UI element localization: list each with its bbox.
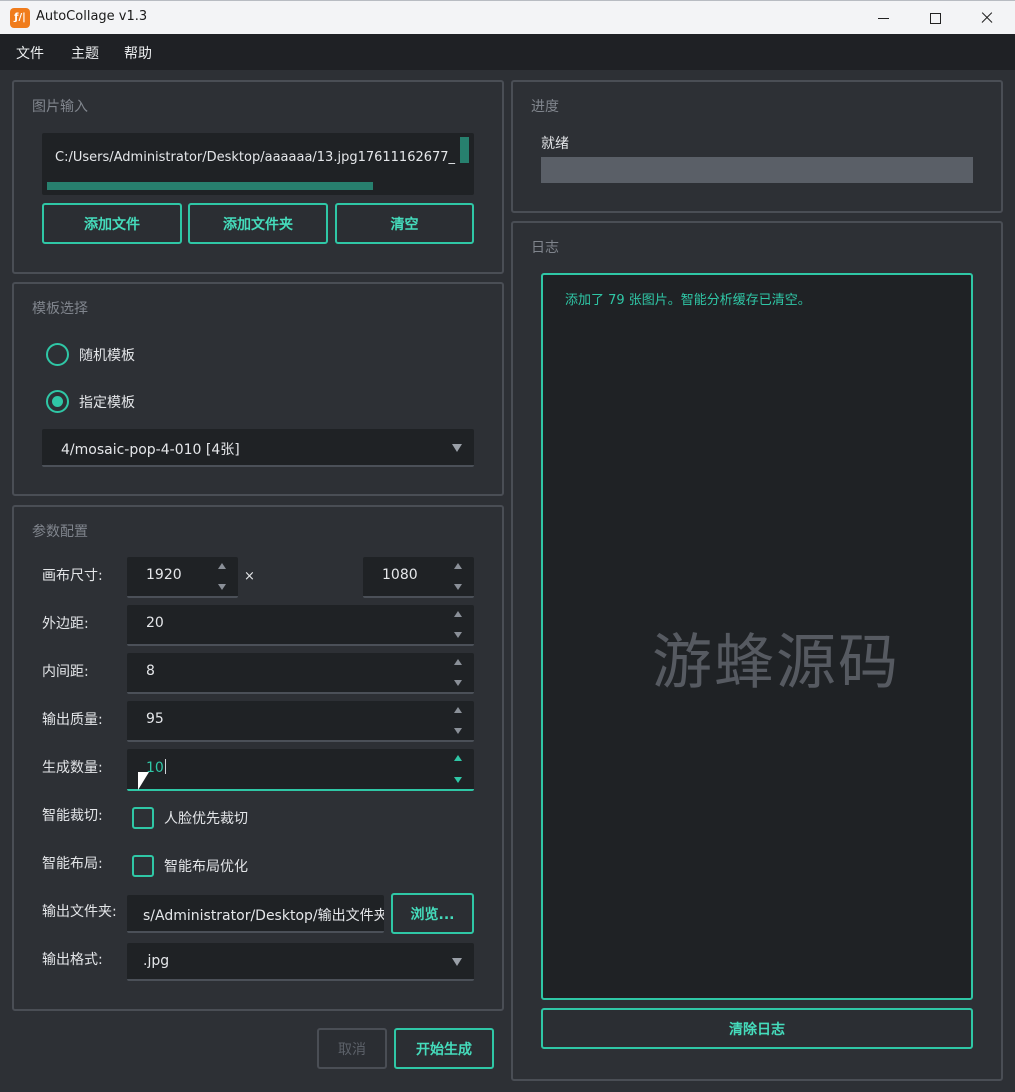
spin-down-icon[interactable] (454, 632, 462, 638)
title-bar: ƒ/| AutoCollage v1.3 (0, 0, 1015, 34)
template-select-value: 4/mosaic-pop-4-010 [4张] (61, 442, 240, 458)
margin-value: 20 (146, 615, 164, 631)
spacing-value: 8 (146, 663, 155, 679)
menu-theme[interactable]: 主题 (71, 43, 99, 63)
maximize-button[interactable] (910, 1, 960, 35)
progress-title: 进度 (531, 99, 559, 115)
mouse-cursor-icon (138, 772, 149, 790)
spin-down-icon[interactable] (454, 584, 462, 590)
margin-spinbox[interactable]: 20 (127, 605, 474, 646)
quality-label: 输出质量: (42, 712, 103, 728)
clear-button[interactable]: 清空 (335, 203, 474, 244)
spin-up-icon[interactable] (454, 707, 462, 713)
spin-up-icon[interactable] (454, 611, 462, 617)
output-format-value: .jpg (143, 953, 170, 969)
specified-template-label: 指定模板 (79, 394, 135, 411)
template-select[interactable]: 4/mosaic-pop-4-010 [4张] (42, 429, 474, 467)
log-title: 日志 (531, 240, 559, 256)
spin-up-icon[interactable] (218, 563, 226, 569)
output-folder-label: 输出文件夹: (42, 904, 117, 920)
cancel-button[interactable]: 取消 (317, 1028, 387, 1069)
window-title: AutoCollage v1.3 (36, 9, 148, 24)
layout-opt-checkbox[interactable]: 智能布局优化 (132, 855, 248, 877)
spacing-label: 内间距: (42, 664, 89, 680)
spin-up-icon[interactable] (454, 755, 462, 761)
canvas-height-value: 1080 (382, 567, 418, 583)
progress-group: 进度 (511, 80, 1003, 213)
menu-file[interactable]: 文件 (16, 43, 44, 63)
radio-checked-icon[interactable] (46, 390, 69, 413)
horizontal-scrollbar[interactable] (47, 182, 373, 190)
close-button[interactable] (962, 1, 1012, 35)
canvas-width-value: 1920 (146, 567, 182, 583)
add-folder-button[interactable]: 添加文件夹 (188, 203, 328, 244)
browse-button[interactable]: 浏览... (391, 893, 474, 934)
image-path-list[interactable]: C:/Users/Administrator/Desktop/aaaaaa/13… (42, 133, 474, 195)
spin-down-icon[interactable] (454, 680, 462, 686)
app-logo-icon: ƒ/| (10, 8, 30, 28)
output-format-select[interactable]: .jpg (127, 943, 474, 981)
add-files-button[interactable]: 添加文件 (42, 203, 182, 244)
vertical-scrollbar[interactable] (460, 137, 469, 163)
times-sign: × (244, 569, 255, 584)
radio-unchecked-icon[interactable] (46, 343, 69, 366)
chevron-down-icon (452, 444, 462, 452)
count-spinbox[interactable]: 10 (127, 749, 474, 791)
spin-down-icon[interactable] (218, 584, 226, 590)
output-format-label: 输出格式: (42, 952, 103, 968)
face-crop-label: 人脸优先裁切 (164, 811, 248, 827)
clear-log-button[interactable]: 清除日志 (541, 1008, 973, 1049)
template-title: 模板选择 (32, 301, 88, 317)
checkbox-icon[interactable] (132, 855, 154, 877)
spin-down-icon[interactable] (454, 777, 462, 783)
quality-value: 95 (146, 711, 164, 727)
spin-up-icon[interactable] (454, 563, 462, 569)
watermark: 游蜂源码 (652, 628, 900, 698)
chevron-down-icon (452, 958, 462, 966)
output-folder-field[interactable]: s/Administrator/Desktop/输出文件夹 (127, 895, 384, 933)
quality-spinbox[interactable]: 95 (127, 701, 474, 742)
canvas-height-spinbox[interactable]: 1080 (363, 557, 474, 598)
log-line: 添加了 79 张图片。智能分析缓存已清空。 (565, 293, 811, 308)
smart-crop-label: 智能裁切: (42, 808, 103, 824)
progress-bar (541, 157, 973, 183)
menu-help[interactable]: 帮助 (124, 43, 152, 63)
face-crop-checkbox[interactable]: 人脸优先裁切 (132, 807, 248, 829)
image-input-title: 图片输入 (32, 99, 88, 115)
checkbox-icon[interactable] (132, 807, 154, 829)
canvas-size-label: 画布尺寸: (42, 568, 103, 584)
output-folder-value[interactable]: s/Administrator/Desktop/输出文件夹 (143, 905, 384, 925)
start-button[interactable]: 开始生成 (394, 1028, 494, 1069)
random-template-option[interactable]: 随机模板 (46, 343, 135, 366)
minimize-button[interactable] (858, 1, 908, 35)
specified-template-option[interactable]: 指定模板 (46, 390, 135, 413)
list-item[interactable]: C:/Users/Administrator/Desktop/aaaaaa/13… (55, 150, 460, 165)
margin-label: 外边距: (42, 616, 89, 632)
spacing-spinbox[interactable]: 8 (127, 653, 474, 694)
params-title: 参数配置 (32, 524, 88, 540)
canvas-width-spinbox[interactable]: 1920 (127, 557, 238, 598)
spin-down-icon[interactable] (454, 728, 462, 734)
random-template-label: 随机模板 (79, 347, 135, 364)
spin-up-icon[interactable] (454, 659, 462, 665)
layout-opt-label: 智能布局优化 (164, 859, 248, 875)
count-label: 生成数量: (42, 760, 103, 776)
progress-status: 就绪 (541, 136, 569, 152)
smart-layout-label: 智能布局: (42, 856, 103, 872)
menu-bar: 文件 主题 帮助 (0, 34, 1015, 70)
